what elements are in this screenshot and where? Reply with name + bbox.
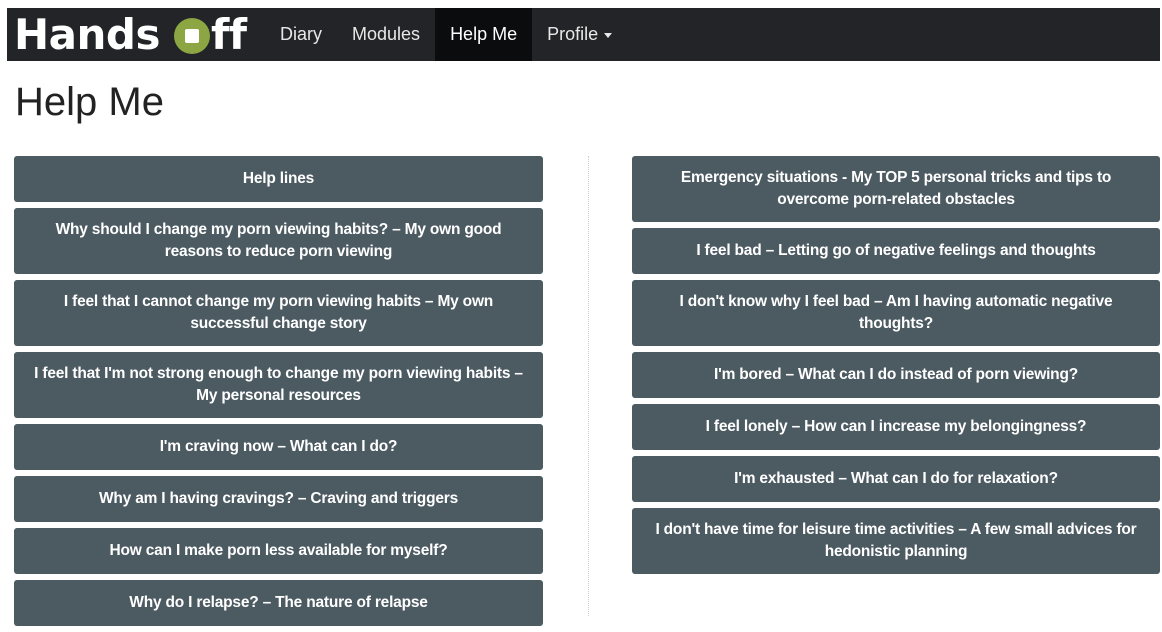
top-navbar: Hands ff Diary Modules Help Me Profile (7, 8, 1160, 61)
help-button[interactable]: I feel lonely – How can I increase my be… (632, 404, 1160, 450)
nav-menu: Diary Modules Help Me Profile (265, 8, 627, 61)
page-title: Help Me (15, 80, 164, 124)
help-button[interactable]: I don't know why I feel bad – Am I havin… (632, 280, 1160, 346)
help-button[interactable]: Why do I relapse? – The nature of relaps… (14, 580, 543, 626)
nav-item-modules[interactable]: Modules (337, 8, 435, 61)
column-divider (588, 156, 589, 616)
help-button[interactable]: Why am I having cravings? – Craving and … (14, 476, 543, 522)
logo-text-ff: ff (210, 9, 247, 59)
help-button[interactable]: I feel that I cannot change my porn view… (14, 280, 543, 346)
right-help-list: Emergency situations - My TOP 5 personal… (632, 156, 1160, 580)
caret-down-icon (604, 33, 613, 38)
help-button[interactable]: Why should I change my porn viewing habi… (14, 208, 543, 274)
brand-logo[interactable]: Hands ff (7, 8, 265, 61)
help-button[interactable]: I don't have time for leisure time activ… (632, 508, 1160, 574)
help-button[interactable]: Emergency situations - My TOP 5 personal… (632, 156, 1160, 222)
help-button[interactable]: I feel that I'm not strong enough to cha… (14, 352, 543, 418)
nav-item-profile-label: Profile (547, 24, 599, 44)
logo-power-icon (173, 17, 210, 54)
left-help-list: Help lines Why should I change my porn v… (14, 156, 543, 632)
help-button[interactable]: Help lines (14, 156, 543, 202)
help-button[interactable]: I'm craving now – What can I do? (14, 424, 543, 470)
help-button[interactable]: How can I make porn less available for m… (14, 528, 543, 574)
nav-item-profile-dropdown[interactable]: Profile (532, 8, 627, 61)
help-button[interactable]: I'm exhausted – What can I do for relaxa… (632, 456, 1160, 502)
nav-item-help-me[interactable]: Help Me (435, 8, 533, 61)
help-button[interactable]: I'm bored – What can I do instead of por… (632, 352, 1160, 398)
nav-item-diary[interactable]: Diary (265, 8, 337, 61)
help-button[interactable]: I feel bad – Letting go of negative feel… (632, 228, 1160, 274)
logo-text-hands: Hands (14, 9, 160, 59)
